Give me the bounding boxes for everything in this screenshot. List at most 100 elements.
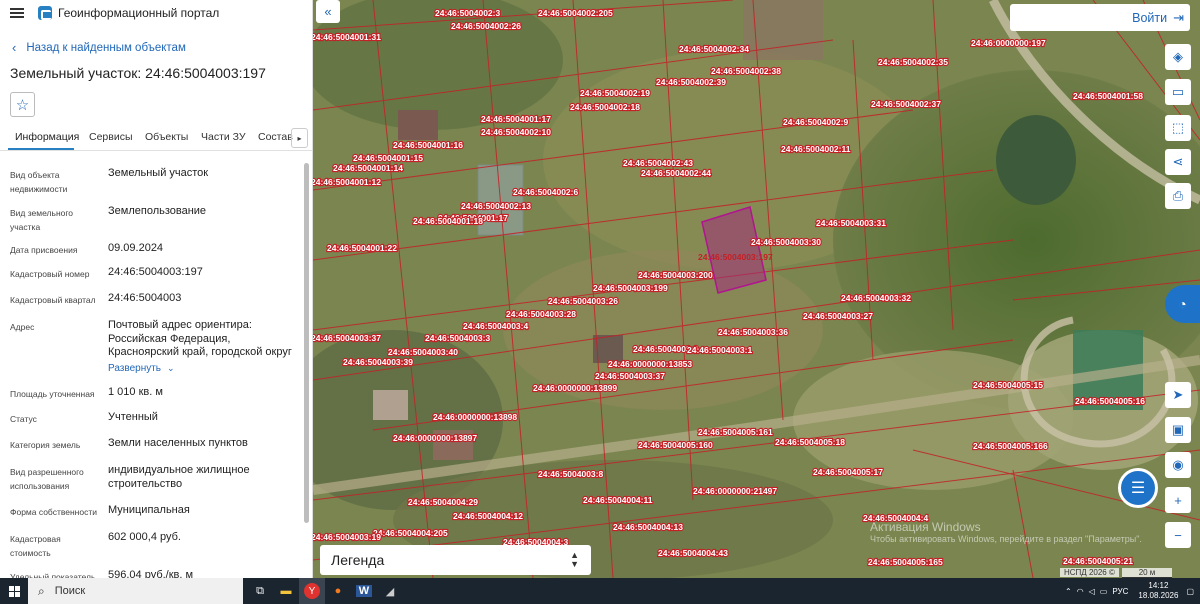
- parcel-label[interactable]: 24:46:5004001:16: [392, 139, 464, 151]
- parcel-label[interactable]: 24:46:5004003:40: [387, 346, 459, 358]
- expand-label[interactable]: Развернуть: [108, 363, 161, 374]
- parcel-label[interactable]: 24:46:5004003:3: [424, 332, 492, 344]
- parcel-label[interactable]: 24:46:5004002:38: [710, 65, 782, 77]
- parcel-label[interactable]: 24:46:5004005:17: [812, 466, 884, 478]
- parcel-label[interactable]: 24:46:5004002:10: [480, 126, 552, 138]
- tab-services[interactable]: Сервисы: [89, 131, 133, 143]
- input-language[interactable]: РУС: [1112, 587, 1128, 596]
- parcel-label[interactable]: 24:46:0000000:13899: [532, 382, 619, 394]
- notifications-icon[interactable]: ▢: [1186, 587, 1194, 596]
- parcel-label[interactable]: 24:46:5004003:37: [313, 332, 382, 344]
- map-view[interactable]: 24:46:5004002:3 24:46:5004002:26 24:46:500…: [313, 0, 1200, 578]
- start-button[interactable]: [0, 578, 28, 604]
- parcel-label[interactable]: 24:46:5004004:12: [452, 510, 524, 522]
- parcel-label[interactable]: 24:46:5004003:30: [750, 236, 822, 248]
- parcel-label[interactable]: 24:46:5004005:16: [1074, 395, 1146, 407]
- tab-composition[interactable]: Состав: [258, 131, 293, 143]
- login-button[interactable]: Войти ⇥: [1010, 4, 1190, 31]
- parcel-label[interactable]: 24:46:0000000:197: [970, 37, 1047, 49]
- parcel-label[interactable]: 24:46:5004004:29: [407, 496, 479, 508]
- parcel-label[interactable]: 24:46:5004005:161: [697, 426, 774, 438]
- battery-icon[interactable]: ▭: [1100, 587, 1108, 596]
- app-button[interactable]: ◢: [377, 578, 403, 604]
- firefox-button[interactable]: ●: [325, 578, 351, 604]
- parcel-label[interactable]: 24:46:5004005:165: [867, 556, 944, 568]
- file-explorer-button[interactable]: ▬: [273, 578, 299, 604]
- parcel-label[interactable]: 24:46:5004002:6: [512, 186, 580, 198]
- parcel-label[interactable]: 24:46:5004002:35: [877, 56, 949, 68]
- parcel-label[interactable]: 24:46:5004001:18: [412, 215, 484, 227]
- parcel-label[interactable]: 24:46:5004004:205: [372, 527, 449, 539]
- parcel-label[interactable]: 24:46:5004003:199: [592, 282, 669, 294]
- parcel-label[interactable]: 24:46:5004002:9: [782, 116, 850, 128]
- parcel-label[interactable]: 24:46:5004001:17: [480, 113, 552, 125]
- zoom-in-button[interactable]: +: [1165, 487, 1191, 513]
- parcel-label[interactable]: 24:46:5004003:36: [717, 326, 789, 338]
- parcel-label[interactable]: 24:46:5004003:197: [698, 252, 773, 262]
- task-view-button[interactable]: ⧉: [247, 578, 273, 604]
- tab-information[interactable]: Информация: [15, 131, 79, 143]
- back-link[interactable]: ‹ Назад к найденным объектам: [12, 40, 186, 55]
- clock[interactable]: 14:12 18.08.2026: [1138, 581, 1178, 601]
- parcel-label[interactable]: 24:46:5004005:160: [637, 439, 714, 451]
- parcel-label[interactable]: 24:46:0000000:21497: [692, 485, 779, 497]
- parcel-label[interactable]: 24:46:5004003:39: [342, 356, 414, 368]
- map-pin-button[interactable]: ◉: [1165, 452, 1191, 478]
- parcel-label[interactable]: 24:46:5004002:34: [678, 43, 750, 55]
- volume-icon[interactable]: ◁: [1089, 587, 1095, 596]
- parcel-label[interactable]: 24:46:5004004:11: [582, 494, 654, 506]
- parcel-label[interactable]: 24:46:5004004:43: [657, 547, 729, 559]
- parcel-label[interactable]: 24:46:5004001:22: [326, 242, 398, 254]
- back-link-label[interactable]: Назад к найденным объектам: [26, 42, 186, 54]
- favorite-star-button[interactable]: ☆: [10, 92, 35, 117]
- chat-button[interactable]: ☰: [1118, 468, 1158, 508]
- word-button[interactable]: W: [351, 578, 377, 604]
- expand-address-link[interactable]: Развернуть ⌄: [108, 362, 298, 376]
- taskbar-search-label[interactable]: Поиск: [55, 585, 85, 597]
- tab-objects[interactable]: Объекты: [145, 131, 188, 143]
- parcel-label[interactable]: 24:46:5004002:13: [460, 200, 532, 212]
- menu-icon[interactable]: [10, 8, 24, 18]
- gosuslugi-button[interactable]: ◔: [1165, 285, 1200, 323]
- parcel-label[interactable]: 24:46:5004005:18: [774, 436, 846, 448]
- wifi-icon[interactable]: ◠: [1077, 587, 1084, 596]
- parcel-label[interactable]: 24:46:5004002:37: [870, 98, 942, 110]
- parcel-label[interactable]: 24:46:5004004:13: [612, 521, 684, 533]
- map-canvas[interactable]: 24:46:5004002:324:46:5004002:26 24:46:500…: [313, 0, 1200, 578]
- parcel-label[interactable]: 24:46:5004003:27: [802, 310, 874, 322]
- login-label[interactable]: Войти: [1132, 11, 1167, 25]
- parcel-label[interactable]: 24:46:5004005:21: [1062, 555, 1134, 567]
- tabs-scroll-right-button[interactable]: ▸: [291, 128, 308, 148]
- parcel-label[interactable]: 24:46:0000000:13898: [432, 411, 519, 423]
- basemap-button[interactable]: ▣: [1165, 417, 1191, 443]
- parcel-label[interactable]: 24:46:5004005:166: [972, 440, 1049, 452]
- parcel-label[interactable]: 24:46:5004002:26: [450, 20, 522, 32]
- print-button[interactable]: ⎙: [1165, 183, 1191, 209]
- parcel-label[interactable]: 24:46:5004001:12: [313, 176, 382, 188]
- parcel-label[interactable]: 24:46:5004001:58: [1072, 90, 1144, 102]
- parcel-label[interactable]: 24:46:0000000:13897: [392, 432, 479, 444]
- collapse-panel-button[interactable]: «: [316, 0, 340, 23]
- parcel-label[interactable]: 24:46:5004001:31: [313, 31, 382, 43]
- parcel-label[interactable]: 24:46:5004002:19: [579, 87, 651, 99]
- select-area-button[interactable]: ⬚: [1165, 115, 1191, 141]
- layers-button[interactable]: ◈: [1165, 44, 1191, 70]
- panel-scrollbar[interactable]: [304, 163, 309, 523]
- chevron-up-icon[interactable]: ⌃: [1065, 587, 1072, 596]
- parcel-label[interactable]: 24:46:5004002:18: [569, 101, 641, 113]
- legend-label[interactable]: Легенда: [331, 552, 384, 568]
- parcel-label[interactable]: 24:46:5004002:44: [640, 167, 712, 179]
- parcel-label[interactable]: 24:46:5004003:1: [686, 344, 754, 356]
- measure-button[interactable]: ▭: [1165, 79, 1191, 105]
- parcel-label[interactable]: 24:46:5004003:8: [537, 468, 605, 480]
- parcel-label[interactable]: 24:46:5004005:15: [972, 379, 1044, 391]
- parcel-label[interactable]: 24:46:5004002:3: [434, 7, 502, 19]
- parcel-label[interactable]: 24:46:5004003:31: [815, 217, 887, 229]
- parcel-label[interactable]: 24:46:5004002:205: [537, 7, 614, 19]
- yandex-browser-button[interactable]: Y: [299, 578, 325, 604]
- legend-dropdown[interactable]: Легенда ▲ ▼: [320, 545, 591, 575]
- parcel-label[interactable]: 24:46:5004003:32: [840, 292, 912, 304]
- parcel-label[interactable]: 24:46:5004003:37: [594, 370, 666, 382]
- parcel-label[interactable]: 24:46:5004002:43: [622, 157, 694, 169]
- parcel-label[interactable]: 24:46:0000000:13853: [607, 358, 694, 370]
